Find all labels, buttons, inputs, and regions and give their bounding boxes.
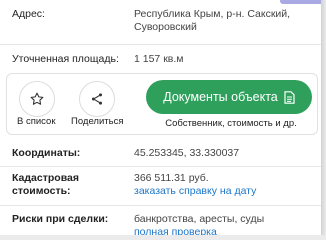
object-documents-button[interactable]: Документы объекта: [146, 80, 312, 114]
divider: [0, 166, 321, 167]
document-icon: [284, 90, 295, 104]
cadastral-label: Кадастровая стоимость:: [12, 172, 79, 197]
coordinates-label: Координаты:: [12, 147, 81, 159]
object-documents-label: Документы объекта: [163, 90, 278, 104]
full-check-link[interactable]: полная проверка: [134, 226, 217, 235]
coordinates-value: 45.253345, 33.330037: [134, 147, 240, 159]
divider: [0, 205, 321, 206]
divider: [0, 44, 321, 45]
address-value: Республика Крым, р-н. Сакский, Суворовск…: [134, 8, 291, 33]
share-icon: [91, 93, 103, 105]
star-icon: [30, 92, 44, 105]
object-info-panel: Адрес: Республика Крым, р-н. Сакский, Су…: [0, 0, 321, 235]
cadastral-value: 366 511.31 руб. заказать справку на дату: [134, 172, 257, 197]
panel-edge-shadow: [321, 0, 326, 235]
add-to-list-label: В список: [17, 116, 56, 127]
share-button[interactable]: [79, 81, 115, 117]
order-certificate-link[interactable]: заказать справку на дату: [134, 185, 256, 197]
address-label: Адрес:: [12, 8, 45, 20]
add-to-list-button[interactable]: [19, 81, 55, 117]
risks-value: банкротства, аресты, суды полная проверк…: [134, 213, 315, 235]
share-label: Поделиться: [71, 116, 124, 127]
area-value: 1 157 кв.м: [134, 53, 184, 65]
area-label: Уточненная площадь:: [12, 53, 119, 65]
object-documents-subtitle: Собственник, стоимость и др.: [165, 118, 297, 129]
risks-label: Риски при сделки:: [12, 213, 109, 225]
top-edge-element: [280, 0, 321, 4]
